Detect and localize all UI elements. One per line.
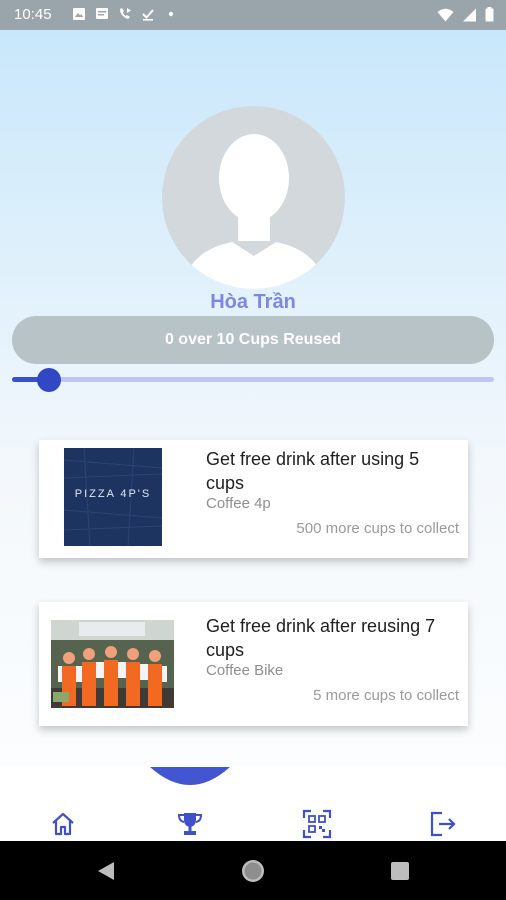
battery-icon: [485, 7, 494, 22]
dot-icon: [168, 11, 174, 17]
status-bar: 10:45: [0, 0, 506, 30]
image-icon: [73, 8, 85, 20]
reward-shop-name: Coffee 4p: [206, 495, 271, 512]
shop-image-logo-text: PIZZA 4P'S: [74, 488, 152, 500]
reward-title: Get free drink after using 5 cups: [206, 449, 420, 493]
avatar[interactable]: [162, 106, 345, 289]
qr-scan-icon: [302, 809, 332, 839]
slider-thumb[interactable]: [37, 368, 61, 392]
recents-icon[interactable]: [388, 859, 412, 883]
reward-card[interactable]: PIZZA 4P'S Get free drink after using 5 …: [39, 440, 468, 558]
screen: 10:45 Hòa Trần 0 over 10 Cups Reused PIZ…: [0, 0, 506, 900]
signal-icon: [463, 8, 476, 21]
person-silhouette-icon: [182, 134, 326, 289]
cups-reused-summary: 0 over 10 Cups Reused: [12, 316, 494, 364]
system-status-icons: [437, 7, 494, 22]
active-tab-indicator: [150, 767, 230, 785]
nav-rewards[interactable]: [173, 807, 207, 841]
nav-scan[interactable]: [300, 807, 334, 841]
home-circle-icon[interactable]: [241, 859, 265, 883]
message-icon: [96, 8, 108, 19]
cups-progress-slider[interactable]: [12, 368, 494, 392]
trophy-icon: [177, 813, 203, 835]
call-forward-icon: [120, 8, 131, 19]
shop-image: PIZZA 4P'S: [64, 448, 162, 546]
logout-icon: [430, 811, 456, 837]
notification-icons: [72, 7, 178, 21]
nav-logout[interactable]: [426, 807, 460, 841]
nav-home[interactable]: [46, 807, 80, 841]
reward-remaining: 500 more cups to collect: [296, 520, 459, 537]
shop-image: [51, 620, 174, 708]
system-nav-bar: [0, 841, 506, 900]
user-name: Hòa Trần: [210, 291, 296, 313]
reward-remaining: 5 more cups to collect: [313, 687, 459, 704]
status-time: 10:45: [14, 6, 52, 23]
reward-card[interactable]: Get free drink after reusing 7 cups Coff…: [39, 602, 468, 726]
back-icon[interactable]: [94, 859, 118, 883]
wifi-icon: [437, 8, 454, 21]
download-done-icon: [142, 9, 154, 21]
slider-track: [12, 377, 494, 382]
reward-title: Get free drink after reusing 7 cups: [206, 616, 436, 660]
reward-shop-name: Coffee Bike: [206, 662, 284, 679]
home-icon: [52, 812, 74, 836]
bottom-nav: [0, 767, 506, 841]
